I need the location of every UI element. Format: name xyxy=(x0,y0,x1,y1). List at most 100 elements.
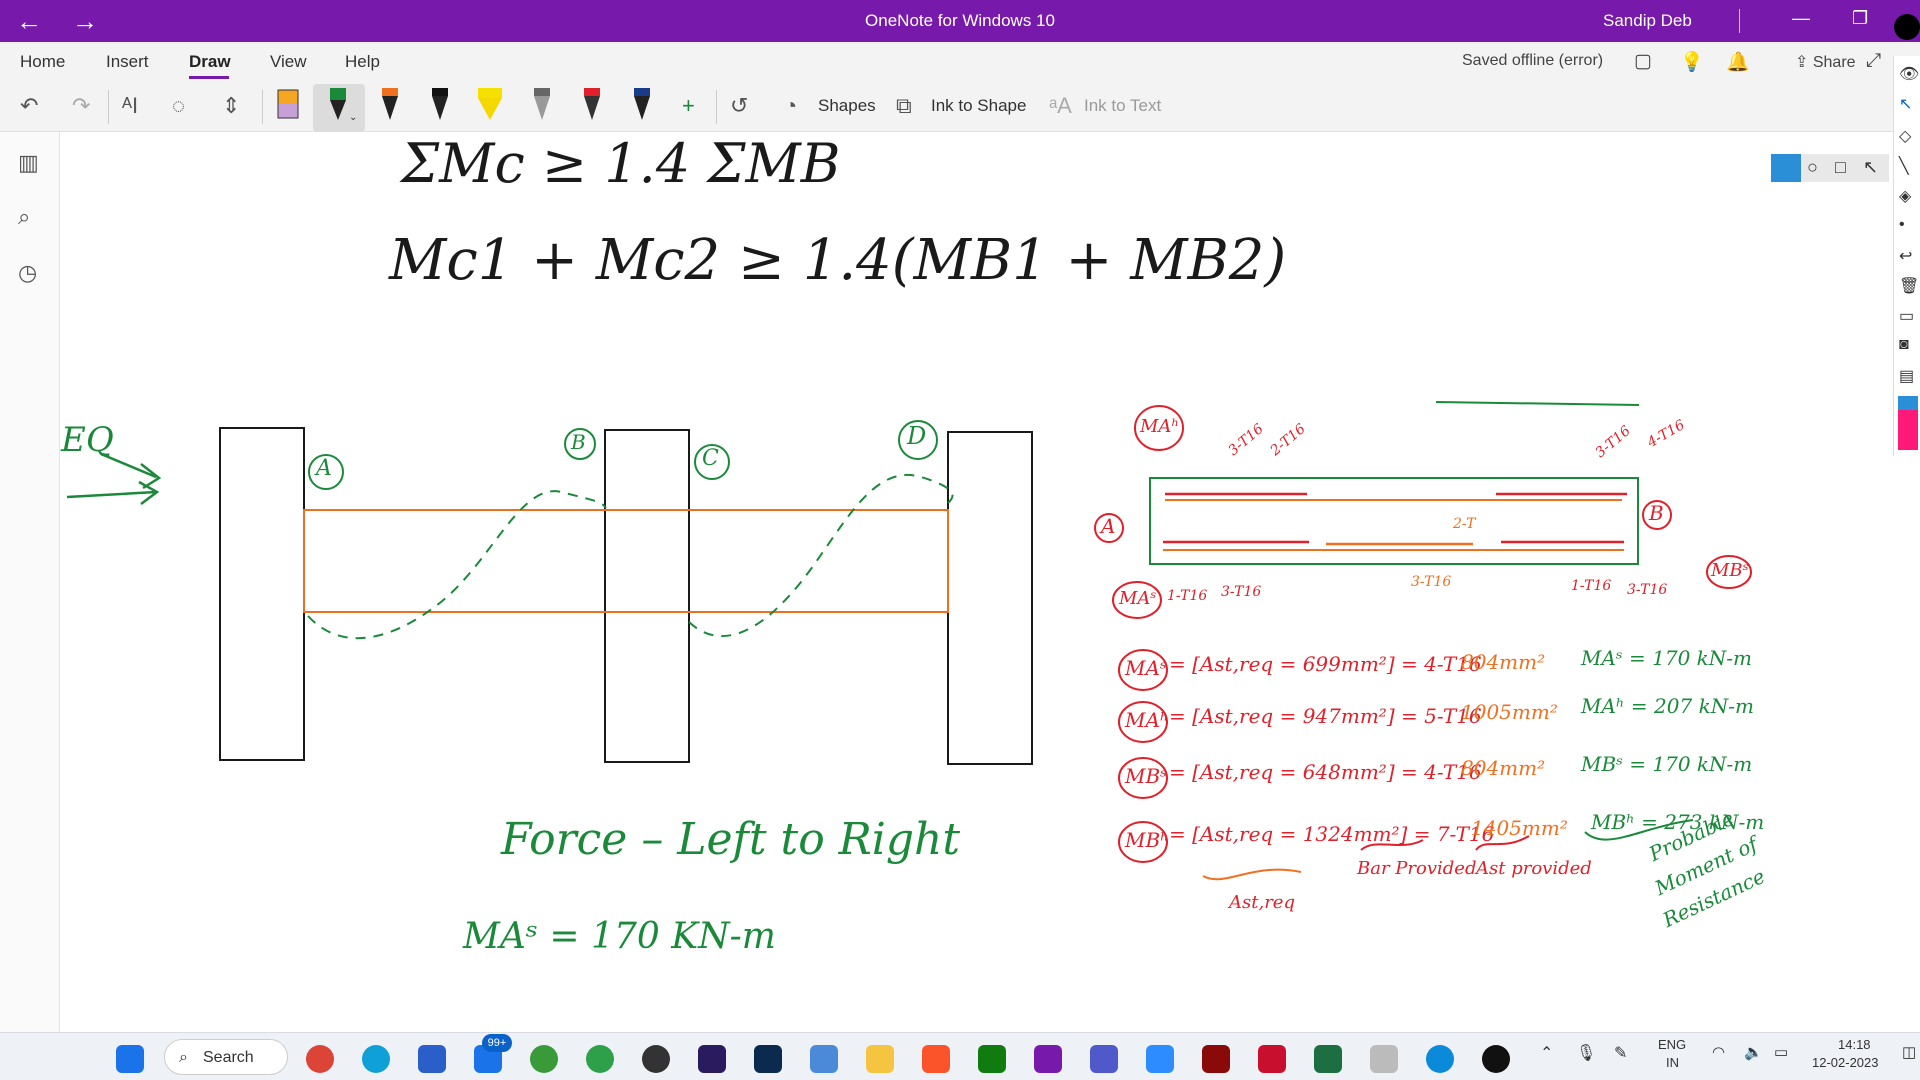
undo-icon[interactable]: ↶ xyxy=(20,93,38,119)
premiere-icon[interactable] xyxy=(698,1045,726,1073)
fullscreen-icon[interactable]: ⤢ xyxy=(1866,50,1881,72)
chevron-down-icon[interactable]: ⌄ xyxy=(349,112,357,123)
tab-draw[interactable]: Draw xyxy=(189,52,231,72)
region-indicator[interactable]: IN xyxy=(1666,1055,1679,1070)
tab-home[interactable]: Home xyxy=(20,52,65,72)
teams-icon[interactable] xyxy=(1090,1045,1118,1073)
color-blue-swatch[interactable] xyxy=(1898,396,1918,410)
search-icon[interactable]: ⌕ xyxy=(18,204,30,230)
tab-insert[interactable]: Insert xyxy=(106,52,149,72)
camera-icon[interactable]: ◙ xyxy=(1899,336,1909,354)
notebook-icon[interactable]: ▢ xyxy=(1634,50,1652,73)
notification-icon[interactable]: ◫ xyxy=(1902,1043,1916,1061)
shapes-icon[interactable]: ◔ xyxy=(784,93,797,119)
type-select-icon[interactable]: ᴬI xyxy=(122,93,138,119)
screen-icon[interactable]: ▭ xyxy=(1899,306,1914,326)
earth-icon[interactable] xyxy=(530,1045,558,1073)
edge-dev-icon[interactable] xyxy=(1426,1045,1454,1073)
utorrent-icon[interactable] xyxy=(586,1045,614,1073)
notebooks-icon[interactable]: ▥ xyxy=(18,150,39,176)
galaxy-pen-icon[interactable] xyxy=(578,86,606,126)
add-pen-icon[interactable]: + xyxy=(682,93,695,119)
black-pen-icon[interactable] xyxy=(426,86,454,126)
tag-icon[interactable]: ◇ xyxy=(1899,126,1911,146)
circle-shape-icon[interactable]: ○ xyxy=(1807,157,1818,178)
bottom-right-bars-2: 3-T16 xyxy=(1627,582,1668,598)
app-dark-icon[interactable] xyxy=(1482,1045,1510,1073)
lightbulb-icon[interactable]: 💡 xyxy=(1680,50,1704,74)
eraser-tool-icon[interactable]: ◈ xyxy=(1899,186,1911,206)
ink-to-text-button[interactable]: Ink to Text xyxy=(1084,96,1161,116)
color-pink-swatch[interactable] xyxy=(1898,410,1918,450)
taskbar-search[interactable]: ⌕ Search xyxy=(164,1039,288,1075)
file-explorer-icon[interactable] xyxy=(866,1045,894,1073)
eye-icon[interactable]: 👁 xyxy=(1899,64,1919,84)
wifi-icon[interactable]: ◠ xyxy=(1712,1043,1725,1061)
ink-to-text-icon[interactable]: ᵃA xyxy=(1049,93,1072,119)
sync-status[interactable]: Saved offline (error) xyxy=(1462,52,1603,70)
clock-time[interactable]: 14:18 xyxy=(1838,1037,1871,1052)
tab-view[interactable]: View xyxy=(270,52,307,72)
ink-to-shape-button[interactable]: Ink to Shape xyxy=(931,96,1026,116)
bell-icon[interactable]: 🔔 xyxy=(1726,50,1750,74)
battery-icon[interactable]: ▭ xyxy=(1774,1043,1788,1061)
beam-end-b-label: B xyxy=(1649,501,1664,525)
clipboard-icon[interactable]: ▤ xyxy=(1899,366,1914,386)
yellow-highlighter-icon[interactable] xyxy=(476,86,504,126)
language-indicator[interactable]: ENG xyxy=(1658,1037,1686,1052)
row1-eq: = [Ast,req = 699mm²] = 4-T16 xyxy=(1169,652,1482,676)
zoom-icon[interactable] xyxy=(1146,1045,1174,1073)
brave-icon[interactable] xyxy=(922,1045,950,1073)
app-corner-icon[interactable] xyxy=(1894,14,1920,40)
line-tool-icon[interactable]: ╲ xyxy=(1899,156,1909,176)
pencil-icon[interactable] xyxy=(528,86,556,126)
davinci-icon[interactable] xyxy=(642,1045,670,1073)
redo-icon[interactable]: ↷ xyxy=(72,93,90,119)
arrow-shape-icon[interactable]: ↖ xyxy=(1863,157,1878,178)
app-red-icon[interactable] xyxy=(1202,1045,1230,1073)
dot-icon[interactable]: • xyxy=(1899,216,1905,234)
orange-pen-icon[interactable] xyxy=(376,86,404,126)
eraser-icon[interactable] xyxy=(274,86,302,126)
excel-icon[interactable] xyxy=(1314,1045,1342,1073)
microphone-icon[interactable]: 🎙 xyxy=(1576,1043,1596,1063)
edge-icon[interactable] xyxy=(362,1045,390,1073)
blue-pen-icon[interactable] xyxy=(628,86,656,126)
recent-icon[interactable]: ◷ xyxy=(18,260,37,286)
shapes-button[interactable]: Shapes xyxy=(818,96,876,116)
tvp-icon[interactable] xyxy=(810,1045,838,1073)
store-icon[interactable] xyxy=(418,1045,446,1073)
delete-icon[interactable]: 🗑 xyxy=(1899,276,1919,296)
photoshop-icon[interactable] xyxy=(754,1045,782,1073)
select-cursor-icon[interactable]: ↖ xyxy=(1899,94,1912,114)
right-toolbar: 👁 ↖ ◇ ╲ ◈ • ↩ 🗑 ▭ ◙ ▤ xyxy=(1893,56,1920,456)
rectangle-shape-icon[interactable]: □ xyxy=(1835,157,1846,178)
note-canvas[interactable]: ΣMc ≥ 1.4 ΣMB Mc1 + Mc2 ≥ 1.4(MB1 + MB2)… xyxy=(61,132,1891,1032)
add-space-icon[interactable]: ⇕ xyxy=(222,93,240,119)
ribbon-separator xyxy=(108,90,109,124)
line-shape-icon[interactable] xyxy=(1771,154,1801,182)
lasso-select-icon[interactable]: ◌ xyxy=(172,93,185,119)
title-bar: ← → OneNote for Windows 10 Sandip Deb — … xyxy=(0,0,1920,42)
restore-icon[interactable]: ❐ xyxy=(1852,8,1868,29)
share-button[interactable]: ⇪ Share xyxy=(1795,52,1856,72)
windows-start-icon[interactable] xyxy=(116,1045,144,1073)
tab-help[interactable]: Help xyxy=(345,52,380,72)
chrome-icon[interactable] xyxy=(306,1045,334,1073)
onenote-icon[interactable] xyxy=(1034,1045,1062,1073)
pen-icon[interactable]: ✎ xyxy=(1614,1043,1627,1063)
phone-link-icon[interactable] xyxy=(1370,1045,1398,1073)
indesign-icon[interactable] xyxy=(1258,1045,1286,1073)
green-stroke xyxy=(1435,401,1640,406)
clock-date[interactable]: 12-02-2023 xyxy=(1812,1055,1879,1070)
volume-icon[interactable]: 🔈 xyxy=(1744,1043,1763,1061)
row1-result: MAˢ = 170 kN-m xyxy=(1581,646,1753,670)
user-name[interactable]: Sandip Deb xyxy=(1603,11,1692,31)
undo-tool-icon[interactable]: ↩ xyxy=(1899,246,1912,266)
ink-replay-icon[interactable]: ↺ xyxy=(730,93,748,119)
minimize-icon[interactable]: — xyxy=(1792,8,1810,29)
xbox-icon[interactable] xyxy=(978,1045,1006,1073)
ink-to-shape-icon[interactable]: ⧉ xyxy=(896,93,912,119)
green-pen-icon[interactable] xyxy=(324,86,352,126)
chevron-up-icon[interactable]: ⌃ xyxy=(1540,1043,1553,1063)
